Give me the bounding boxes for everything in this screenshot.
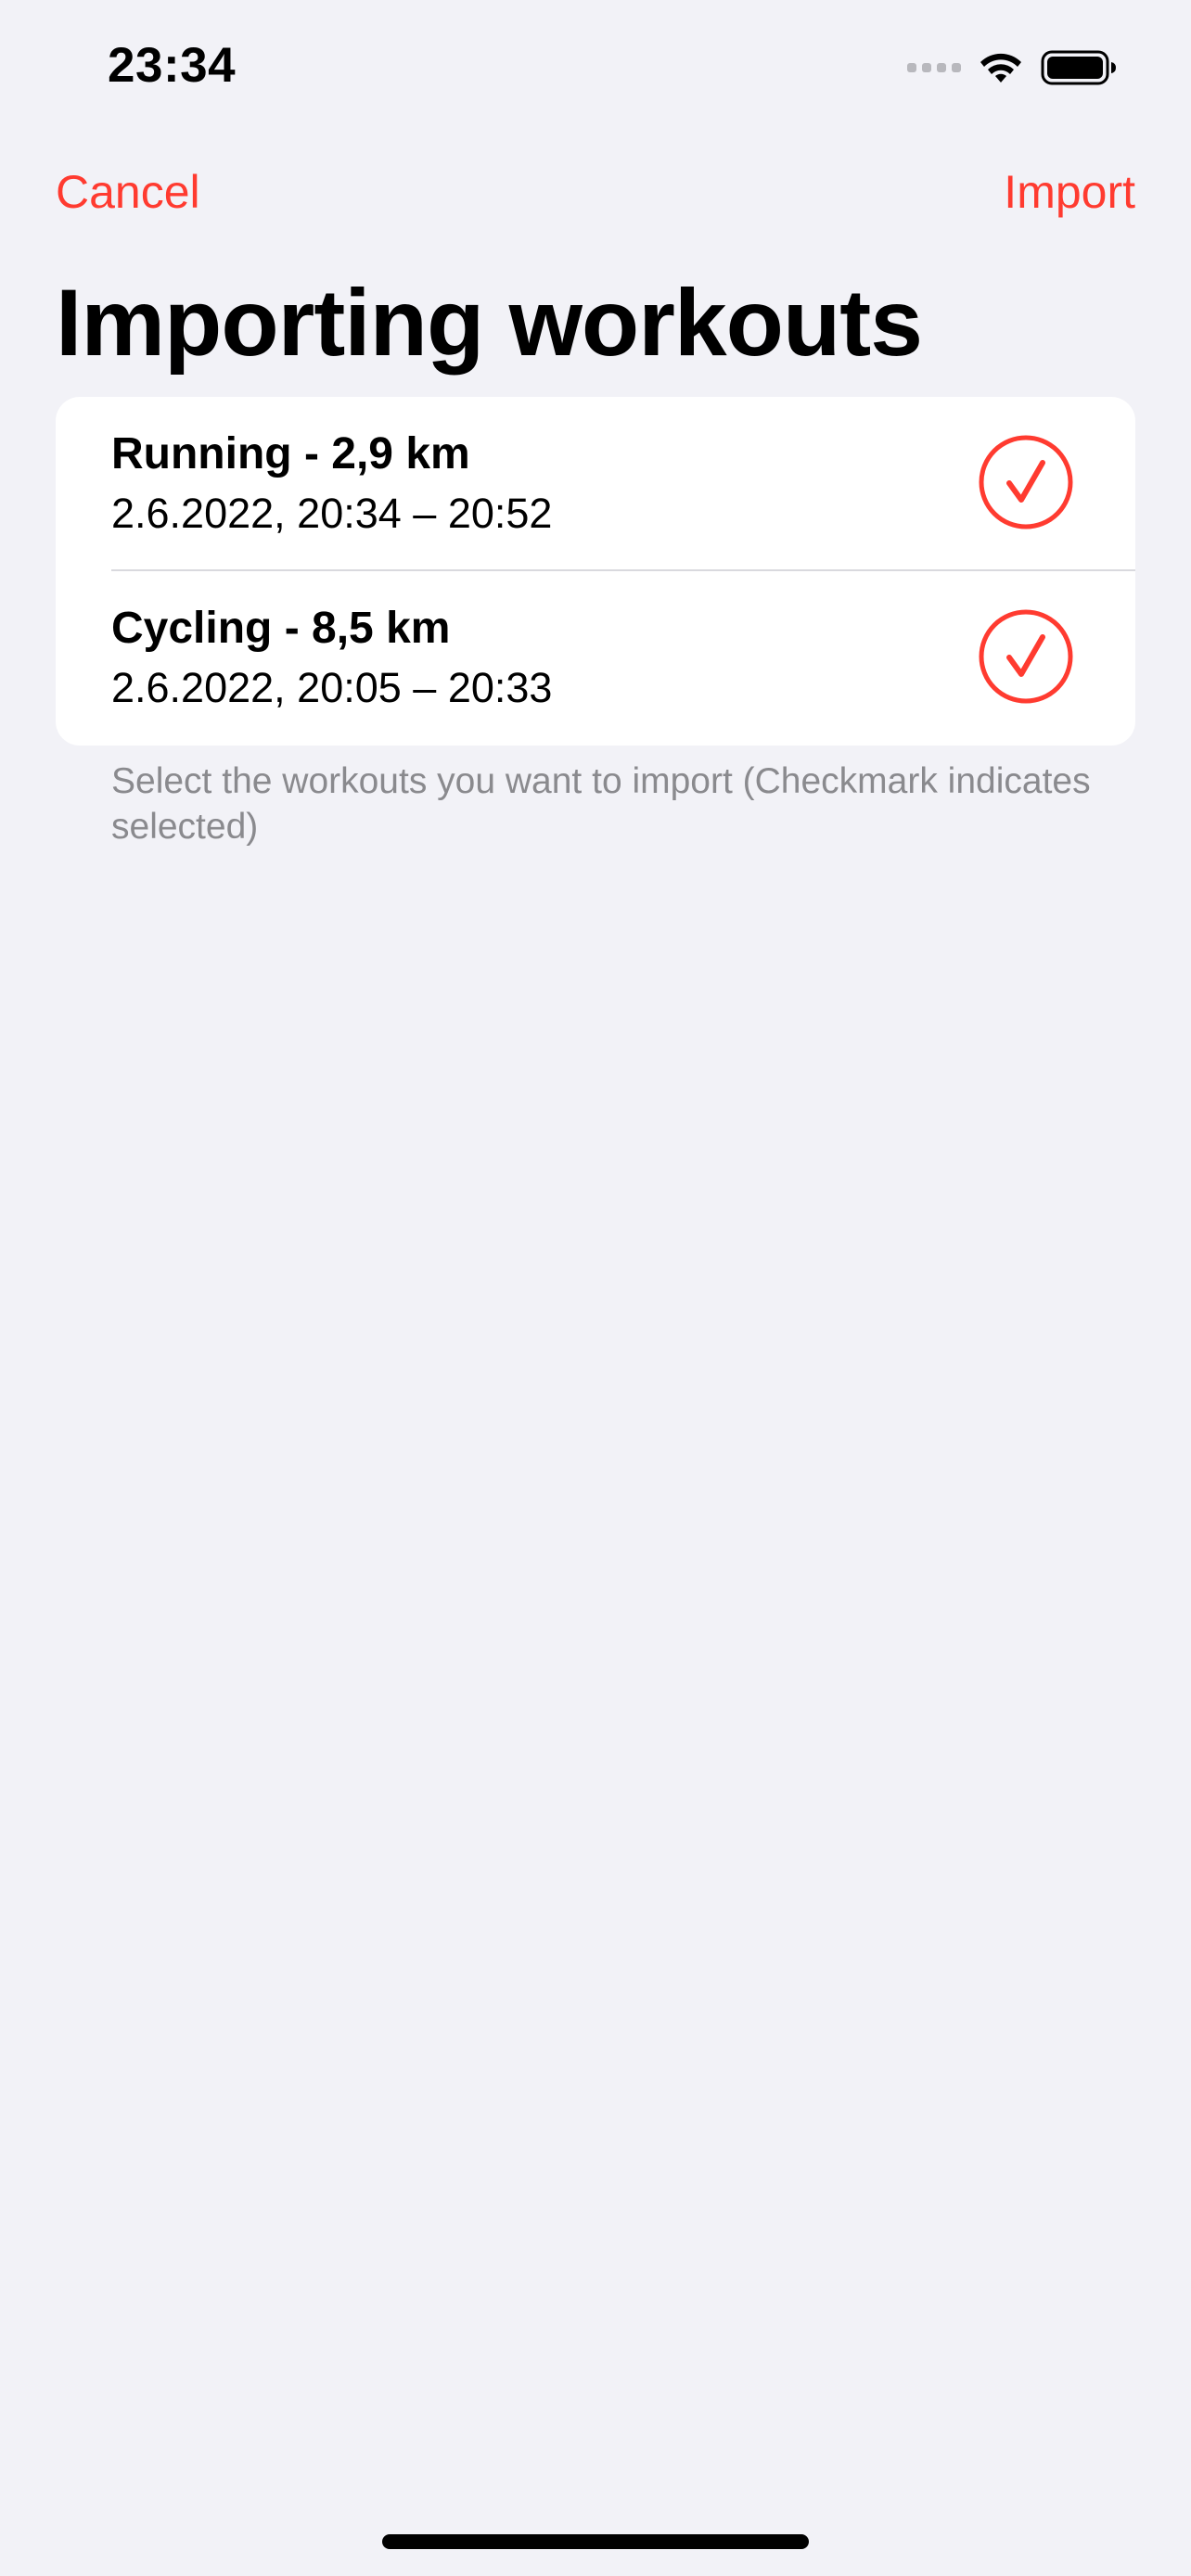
list-footer-hint: Select the workouts you want to import (… [111, 761, 1091, 847]
workout-title: Cycling - 8,5 km [111, 604, 451, 653]
status-icons [907, 45, 1117, 91]
battery-icon [1041, 50, 1116, 85]
checkmark-circle-icon[interactable] [978, 608, 1074, 705]
checkmark-circle-icon[interactable] [978, 434, 1074, 530]
workout-row-running[interactable]: Running - 2,9 km 2.6.2022, 20:34 – 20:52 [56, 397, 1135, 571]
workout-list: Running - 2,9 km 2.6.2022, 20:34 – 20:52… [56, 397, 1135, 746]
cancel-button[interactable]: Cancel [56, 165, 200, 219]
cellular-signal-icon [907, 63, 961, 72]
workout-date-range: 2.6.2022, 20:05 – 20:33 [111, 664, 553, 711]
workout-title: Running - 2,9 km [111, 429, 470, 478]
home-indicator[interactable] [382, 2534, 809, 2549]
wifi-icon [980, 53, 1021, 83]
workout-date-range: 2.6.2022, 20:34 – 20:52 [111, 490, 553, 537]
workout-row-cycling[interactable]: Cycling - 8,5 km 2.6.2022, 20:05 – 20:33 [56, 571, 1135, 746]
status-bar: 23:34 [0, 0, 1191, 130]
status-time: 23:34 [108, 38, 237, 93]
page-title: Importing workouts [56, 270, 923, 376]
import-button[interactable]: Import [1004, 165, 1135, 219]
